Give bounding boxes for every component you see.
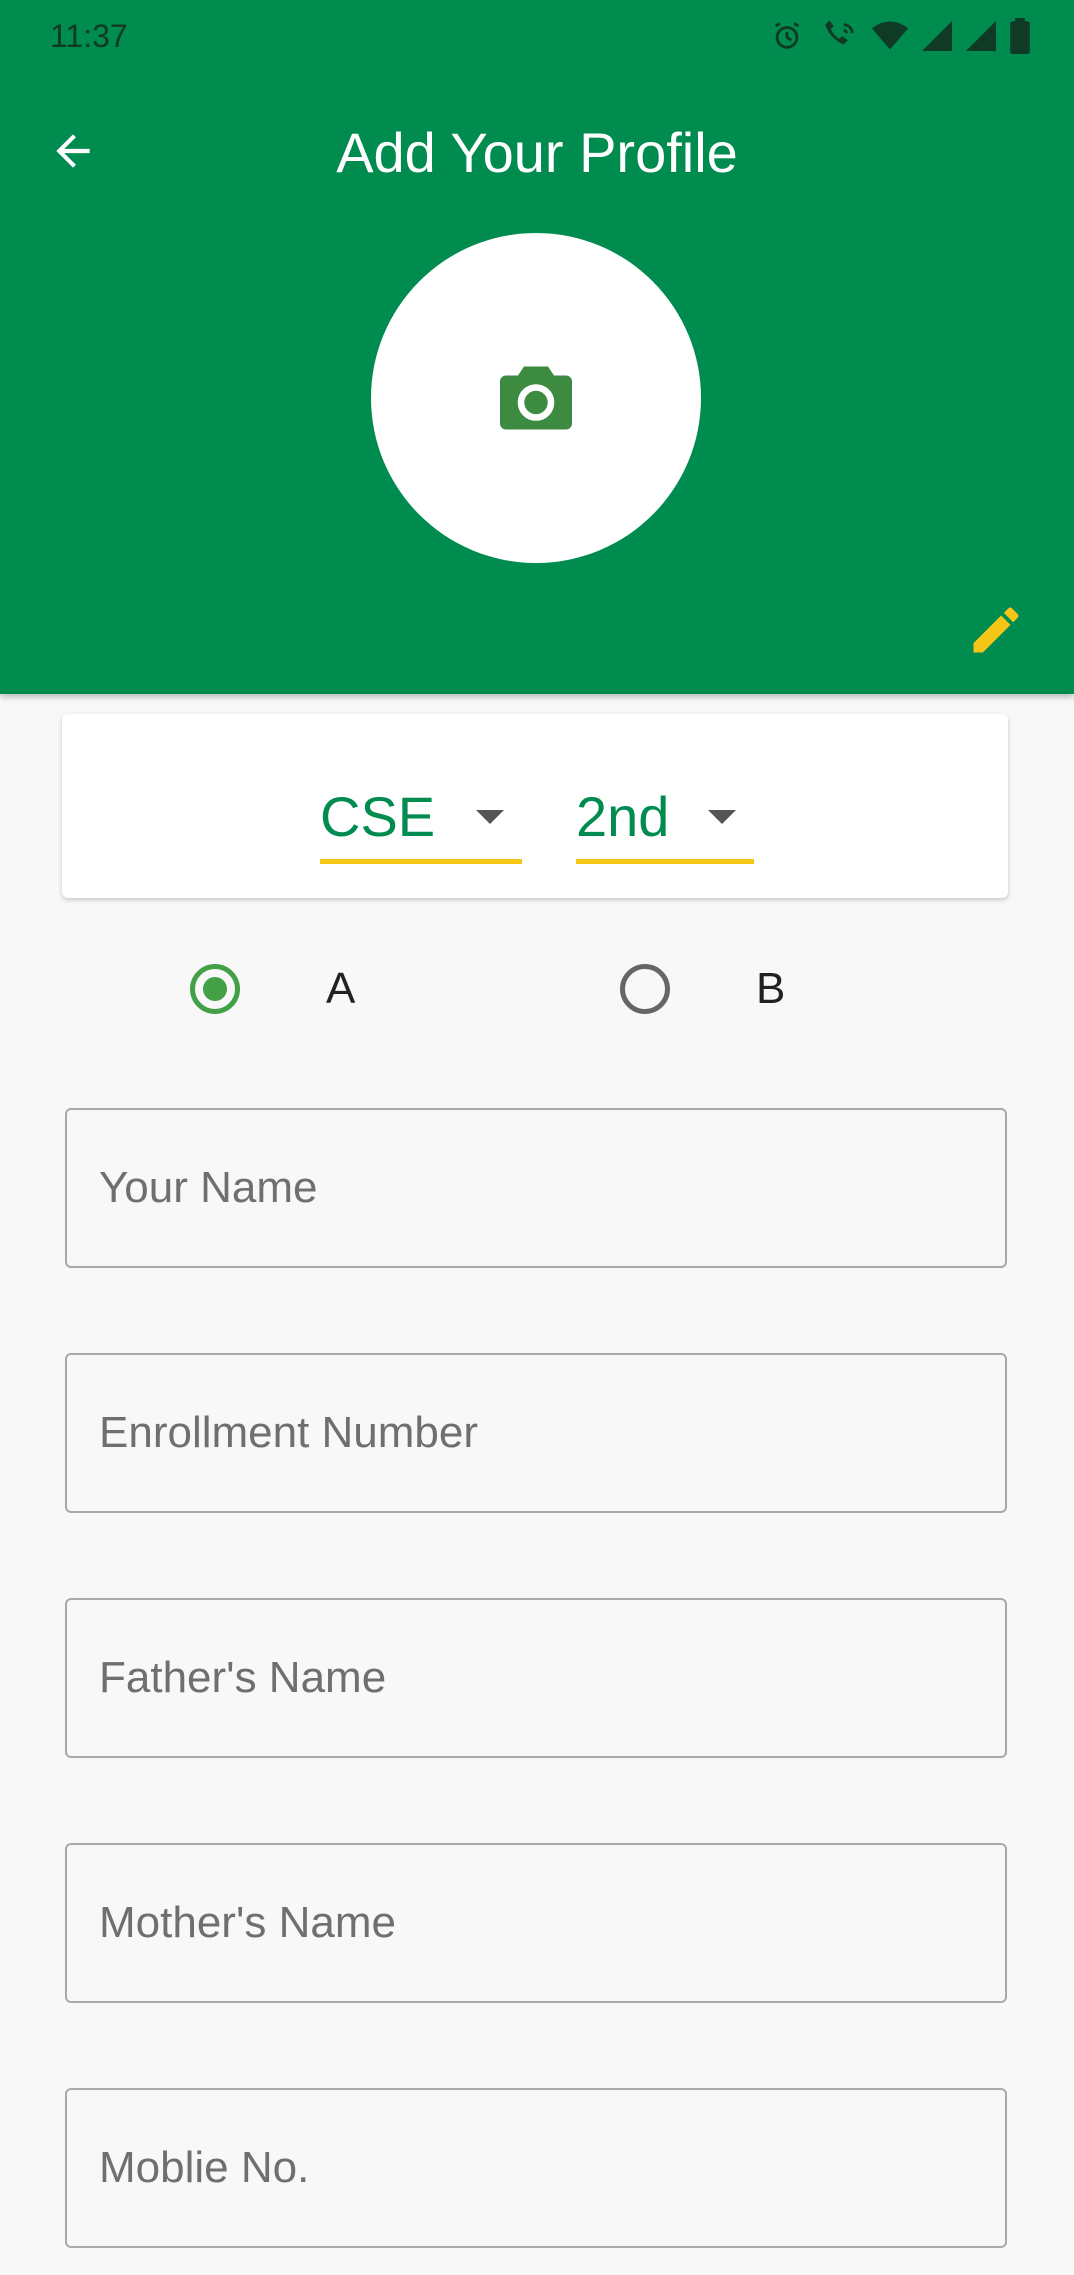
status-bar: 11:37: [0, 0, 1074, 72]
branch-dropdown[interactable]: CSE: [320, 774, 522, 864]
chevron-down-icon: [476, 810, 504, 824]
signal-icon: [922, 20, 952, 52]
page-title: Add Your Profile: [336, 121, 738, 184]
section-b-radio[interactable]: [620, 964, 670, 1014]
wifi-icon: [872, 20, 908, 52]
father-name-input[interactable]: [67, 1600, 1005, 1756]
alarm-icon: [770, 19, 804, 53]
battery-icon: [1010, 18, 1030, 54]
section-a-radio[interactable]: [190, 964, 240, 1014]
chevron-down-icon: [708, 810, 736, 824]
camera-icon: [500, 366, 572, 430]
pencil-icon: [973, 607, 1019, 653]
name-field: [65, 1108, 1007, 1268]
status-time: 11:37: [50, 18, 128, 54]
mother-name-input[interactable]: [67, 1845, 1005, 2001]
section-b-label[interactable]: B: [756, 964, 785, 1014]
profile-header: 11:37 Add Your Profile: [0, 0, 1074, 694]
name-input[interactable]: [67, 1110, 1005, 1266]
signal-icon: [966, 20, 996, 52]
section-a-label[interactable]: A: [326, 964, 355, 1014]
enrollment-input[interactable]: [67, 1355, 1005, 1511]
branch-year-card: CSE 2nd: [62, 714, 1008, 898]
mother-name-field: [65, 1843, 1007, 2003]
mobile-input[interactable]: [67, 2090, 1005, 2246]
enrollment-field: [65, 1353, 1007, 1513]
mobile-field: [65, 2088, 1007, 2248]
edit-button[interactable]: [960, 594, 1032, 666]
father-name-field: [65, 1598, 1007, 1758]
wifi-calling-icon: [818, 19, 858, 53]
year-value: 2nd: [576, 785, 670, 848]
avatar-picker-button[interactable]: [371, 233, 701, 563]
status-icons: [770, 16, 1030, 56]
branch-value: CSE: [320, 785, 436, 848]
year-dropdown[interactable]: 2nd: [576, 774, 754, 864]
radio-selected-dot: [203, 977, 227, 1001]
